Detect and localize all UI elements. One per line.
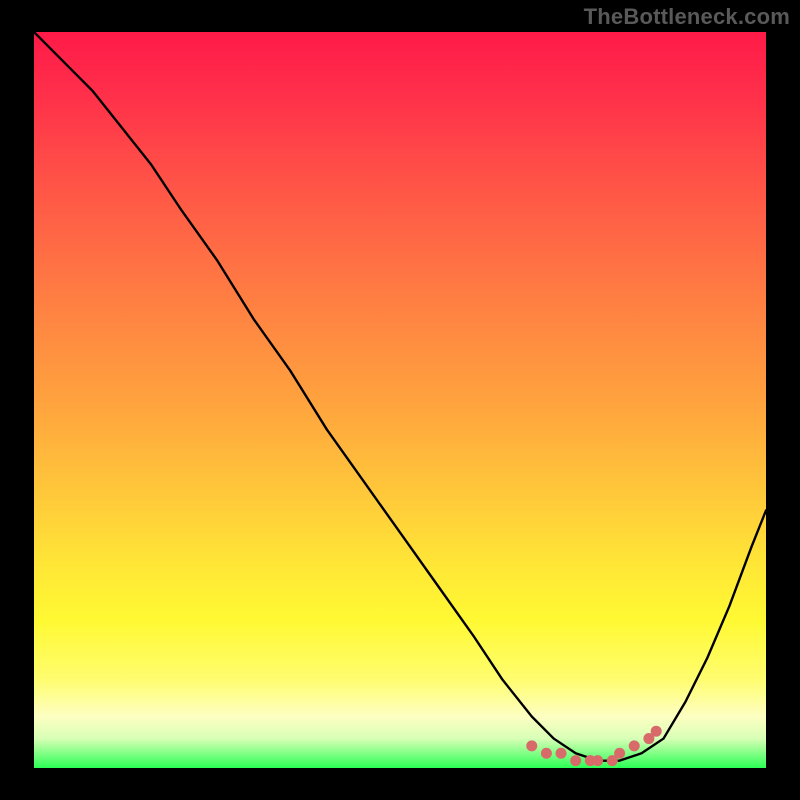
highlight-marker — [629, 740, 640, 751]
curve-group — [34, 32, 766, 761]
highlight-marker — [614, 748, 625, 759]
highlight-marker — [570, 755, 581, 766]
chart-svg — [34, 32, 766, 768]
watermark-text: TheBottleneck.com — [584, 4, 790, 30]
bottleneck-curve — [34, 32, 766, 761]
highlight-marker — [592, 755, 603, 766]
highlight-marker — [526, 740, 537, 751]
highlight-marker — [541, 748, 552, 759]
chart-plot-area — [34, 32, 766, 768]
highlight-marker — [651, 726, 662, 737]
highlight-marker — [556, 748, 567, 759]
